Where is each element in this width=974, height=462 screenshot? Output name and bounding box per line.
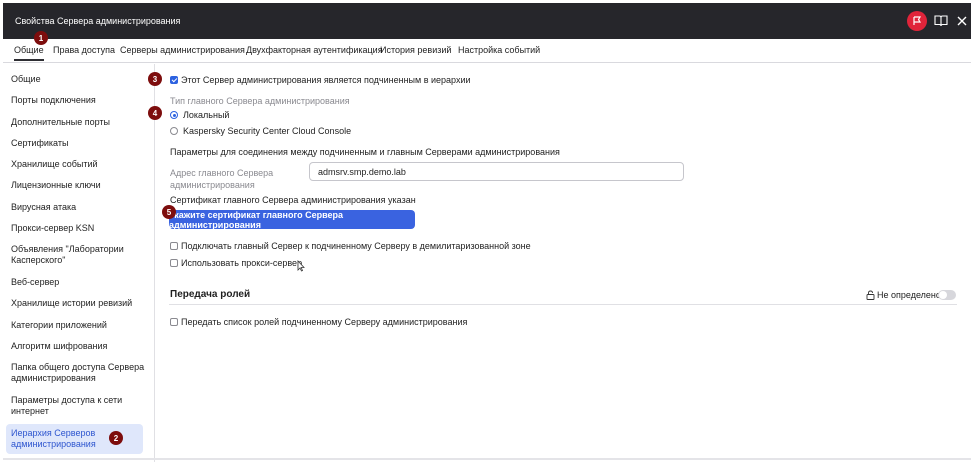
tab-access-rights[interactable]: Права доступа bbox=[53, 45, 115, 55]
step-badge-1: 1 bbox=[34, 31, 48, 45]
step-badge-2: 2 bbox=[109, 431, 123, 445]
tab-event-settings[interactable]: Настройка событий bbox=[458, 45, 540, 55]
master-type-label: Тип главного Сервера администрирования bbox=[170, 96, 350, 106]
bottom-border bbox=[3, 458, 971, 460]
sidebar-item-kaspersky-announcements[interactable]: Объявления "Лаборатории Касперского" bbox=[11, 244, 145, 266]
sidebar-item-encryption-algorithm[interactable]: Алгоритм шифрования bbox=[11, 341, 145, 352]
tab-admin-servers[interactable]: Серверы администрирования bbox=[120, 45, 245, 55]
sidebar-item-shared-folder[interactable]: Папка общего доступа Сервера администрир… bbox=[11, 362, 145, 384]
lock-icon bbox=[866, 290, 875, 300]
cert-status-text: Сертификат главного Сервера администриро… bbox=[170, 195, 416, 205]
radio-cloud-console-label: Kaspersky Security Center Cloud Console bbox=[183, 126, 352, 136]
sidebar-item-virus-outbreak[interactable]: Вирусная атака bbox=[11, 202, 145, 213]
flag-icon bbox=[913, 16, 922, 25]
sidebar-item-event-storage[interactable]: Хранилище событий bbox=[11, 159, 145, 170]
proxy-checkbox-label: Использовать прокси-сервер bbox=[181, 258, 303, 268]
close-icon[interactable] bbox=[956, 15, 968, 27]
roles-toggle[interactable] bbox=[938, 290, 956, 300]
connection-params-label: Параметры для соединения между подчиненн… bbox=[170, 147, 560, 157]
tab-two-factor-auth[interactable]: Двухфакторная аутентификация bbox=[246, 45, 383, 55]
tab-general[interactable]: Общие bbox=[14, 45, 44, 61]
step-badge-5: 5 bbox=[162, 205, 176, 219]
flag-button[interactable] bbox=[907, 11, 927, 31]
step-badge-4: 4 bbox=[148, 106, 162, 120]
sidebar-item-revision-history-storage[interactable]: Хранилище истории ревизий bbox=[11, 298, 145, 309]
sidebar-item-general[interactable]: Общие bbox=[11, 74, 145, 85]
proxy-checkbox[interactable] bbox=[170, 259, 178, 267]
subordinate-checkbox-label: Этот Сервер администрирования является п… bbox=[181, 75, 471, 85]
step-badge-3: 3 bbox=[148, 72, 162, 86]
window-title: Свойства Сервера администрирования bbox=[15, 16, 181, 26]
sidebar-item-web-server[interactable]: Веб-сервер bbox=[11, 277, 145, 288]
radio-local-label: Локальный bbox=[183, 110, 230, 120]
sidebar-item-license-keys[interactable]: Лицензионные ключи bbox=[11, 180, 145, 191]
master-address-label: Адрес главного Сервера администрирования bbox=[170, 168, 274, 190]
dmz-checkbox-label: Подключать главный Сервер к подчиненному… bbox=[181, 241, 531, 251]
sidebar-item-app-categories[interactable]: Категории приложений bbox=[11, 320, 145, 331]
transfer-roles-checkbox[interactable] bbox=[170, 318, 178, 326]
sidebar-item-certificates[interactable]: Сертификаты bbox=[11, 138, 145, 149]
section-divider bbox=[169, 304, 957, 305]
roles-section-title: Передача ролей bbox=[170, 289, 251, 300]
sidebar-item-additional-ports[interactable]: Дополнительные порты bbox=[11, 117, 145, 128]
specify-certificate-button[interactable]: Укажите сертификат главного Сервера адми… bbox=[169, 210, 415, 230]
tab-revision-history[interactable]: История ревизий bbox=[380, 45, 451, 55]
radio-local[interactable] bbox=[170, 111, 178, 119]
transfer-roles-checkbox-label: Передать список ролей подчиненному Серве… bbox=[181, 317, 468, 327]
tab-bar: Общие Права доступа Серверы администриро… bbox=[3, 39, 971, 63]
master-address-input[interactable]: admsrv.smp.demo.lab bbox=[309, 162, 684, 181]
sidebar-item-connection-ports[interactable]: Порты подключения bbox=[11, 95, 145, 106]
sidebar-item-internet-access[interactable]: Параметры доступа к сети интернет bbox=[11, 395, 145, 417]
book-icon[interactable] bbox=[934, 15, 948, 27]
lock-status-text: Не определено bbox=[877, 290, 941, 300]
radio-cloud-console[interactable] bbox=[170, 127, 178, 135]
dmz-checkbox[interactable] bbox=[170, 242, 178, 250]
mouse-cursor-icon bbox=[297, 260, 305, 272]
window-titlebar: Свойства Сервера администрирования bbox=[3, 3, 971, 39]
subordinate-checkbox[interactable] bbox=[170, 76, 178, 84]
sidebar-item-ksn-proxy[interactable]: Прокси-сервер KSN bbox=[11, 223, 145, 234]
sidebar: Общие Порты подключения Дополнительные п… bbox=[3, 64, 155, 462]
